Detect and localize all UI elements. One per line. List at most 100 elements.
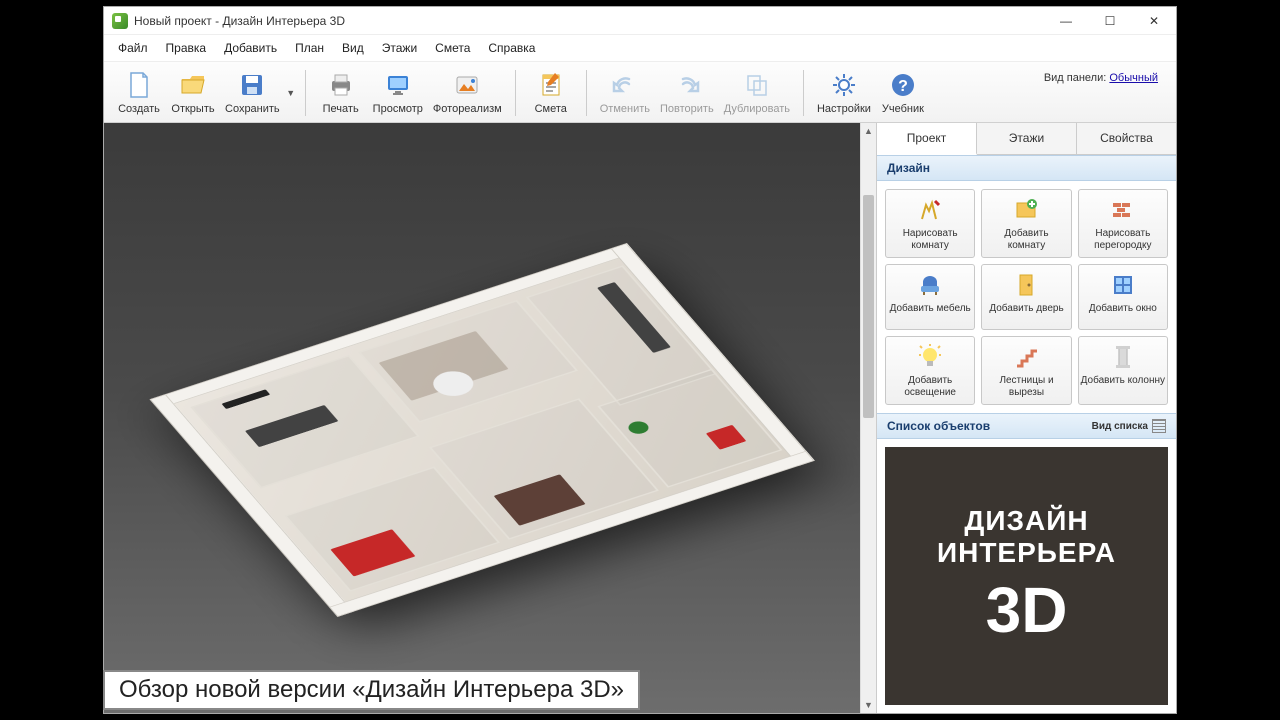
save-icon [236,69,268,101]
tab-properties[interactable]: Свойства [1077,123,1176,154]
scroll-track[interactable] [861,139,876,697]
draw-partition-button[interactable]: Нарисовать перегородку [1078,189,1168,258]
video-caption-text: Обзор новой версии «Дизайн Интерьера 3D» [119,676,624,704]
undo-label: Отменить [600,103,650,115]
add-room-icon [1012,196,1040,224]
window-controls: — ☐ ✕ [1044,7,1176,35]
open-label: Открыть [171,103,214,115]
estimate-button[interactable]: Смета [524,66,578,120]
printer-icon [325,69,357,101]
save-button[interactable]: Сохранить [220,66,285,120]
draw-room-button[interactable]: Нарисовать комнату [885,189,975,258]
menu-file[interactable]: Файл [110,39,156,57]
viewport-scrollbar[interactable]: ▲ ▼ [860,123,876,713]
apartment-model [150,243,815,617]
notepad-icon [535,69,567,101]
open-button[interactable]: Открыть [166,66,220,120]
tab-project[interactable]: Проект [877,123,977,155]
list-view-label: Вид списка [1092,421,1148,432]
titlebar: Новый проект - Дизайн Интерьера 3D — ☐ ✕ [104,7,1176,35]
objects-section-header: Список объектов Вид списка [877,413,1176,439]
3d-viewport[interactable] [104,123,860,713]
side-panel: Проект Этажи Свойства Дизайн Нарисовать … [876,123,1176,713]
add-window-label: Добавить окно [1089,303,1157,315]
gear-icon [828,69,860,101]
menu-help[interactable]: Справка [480,39,543,57]
stairs-cutouts-label: Лестницы и вырезы [984,375,1068,398]
redo-button[interactable]: Повторить [655,66,719,120]
stairs-icon [1012,343,1040,371]
window-title: Новый проект - Дизайн Интерьера 3D [134,14,345,28]
preview-button[interactable]: Просмотр [368,66,428,120]
stairs-cutouts-button[interactable]: Лестницы и вырезы [981,336,1071,405]
duplicate-button[interactable]: Дублировать [719,66,795,120]
scroll-thumb[interactable] [863,195,874,418]
menu-add[interactable]: Добавить [216,39,285,57]
furniture-icon [916,271,944,299]
draw-room-label: Нарисовать комнату [888,228,972,251]
estimate-label: Смета [535,103,567,115]
save-dropdown[interactable]: ▼ [285,66,297,120]
duplicate-label: Дублировать [724,103,790,115]
draw-partition-label: Нарисовать перегородку [1081,228,1165,251]
tutorial-label: Учебник [882,103,924,115]
svg-text:?: ? [898,78,908,95]
help-icon: ? [887,69,919,101]
toolbar-separator [305,70,306,116]
redo-label: Повторить [660,103,714,115]
menu-edit[interactable]: Правка [158,39,215,57]
new-file-icon [123,69,155,101]
menu-estimate[interactable]: Смета [427,39,478,57]
design-header-label: Дизайн [887,161,930,175]
preview-label: Просмотр [373,103,423,115]
add-column-button[interactable]: Добавить колонну [1078,336,1168,405]
scroll-up-icon[interactable]: ▲ [861,123,876,139]
menu-floors[interactable]: Этажи [374,39,425,57]
add-door-button[interactable]: Добавить дверь [981,264,1071,330]
maximize-button[interactable]: ☐ [1088,7,1132,35]
work-area: ▲ ▼ Проект Этажи Свойства Дизайн Нарисов… [104,123,1176,713]
minimize-button[interactable]: — [1044,7,1088,35]
application-window: Новый проект - Дизайн Интерьера 3D — ☐ ✕… [103,6,1177,714]
promo-line-1b: ИНТЕРЬЕРА [937,537,1116,569]
menu-view[interactable]: Вид [334,39,372,57]
create-label: Создать [118,103,160,115]
toolbar-separator [586,70,587,116]
save-label: Сохранить [225,103,280,115]
monitor-icon [382,69,414,101]
tutorial-button[interactable]: ? Учебник [876,66,930,120]
menu-plan[interactable]: План [287,39,332,57]
close-button[interactable]: ✕ [1132,7,1176,35]
objects-header-label: Список объектов [887,419,990,433]
lightbulb-icon [916,343,944,371]
duplicate-icon [741,69,773,101]
add-room-button[interactable]: Добавить комнату [981,189,1071,258]
folder-open-icon [177,69,209,101]
add-furniture-button[interactable]: Добавить мебель [885,264,975,330]
toolbar-separator [803,70,804,116]
window-icon [1109,271,1137,299]
list-view-icon [1152,419,1166,433]
add-column-label: Добавить колонну [1081,375,1165,387]
photoreal-button[interactable]: Фотореализм [428,66,507,120]
panel-mode-prefix: Вид панели: [1044,72,1106,84]
photoreal-icon [451,69,483,101]
add-lighting-button[interactable]: Добавить освещение [885,336,975,405]
add-lighting-label: Добавить освещение [888,375,972,398]
print-button[interactable]: Печать [314,66,368,120]
list-view-toggle[interactable]: Вид списка [1092,419,1166,433]
draw-room-icon [916,196,944,224]
design-panel: Нарисовать комнату Добавить комнату Нари… [877,181,1176,413]
scroll-down-icon[interactable]: ▼ [861,697,876,713]
create-button[interactable]: Создать [112,66,166,120]
settings-button[interactable]: Настройки [812,66,876,120]
undo-icon [609,69,641,101]
add-window-button[interactable]: Добавить окно [1078,264,1168,330]
design-section-header: Дизайн [877,155,1176,181]
undo-button[interactable]: Отменить [595,66,655,120]
redo-icon [671,69,703,101]
add-room-label: Добавить комнату [984,228,1068,251]
partition-icon [1109,196,1137,224]
panel-mode-link[interactable]: Обычный [1109,72,1158,84]
tab-floors[interactable]: Этажи [977,123,1077,154]
